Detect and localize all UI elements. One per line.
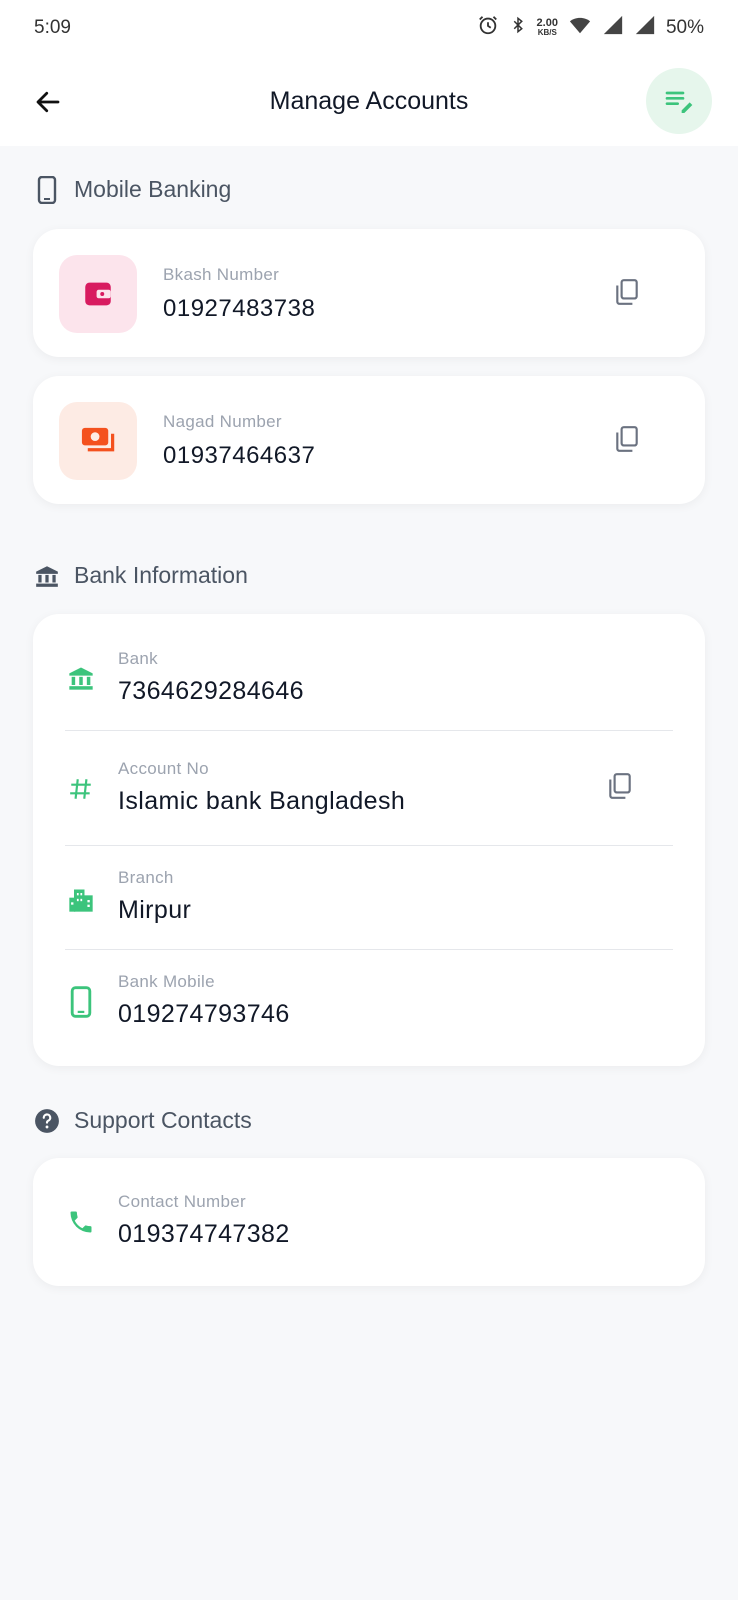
copy-bkash-button[interactable] [610,275,644,309]
bkash-card: Bkash Number 01927483738 [33,229,705,357]
copy-nagad-button[interactable] [610,422,644,456]
bank-mobile-row: Bank Mobile 019274793746 [33,950,705,1066]
contact-row[interactable]: Contact Number 019374747382 [33,1158,705,1286]
row-value: 7364629284646 [118,677,304,705]
arrow-left-icon [36,91,60,113]
bkash-badge [59,255,137,333]
payments-icon [81,427,115,452]
network-speed: 2.00 KB/S [536,17,558,38]
account-label: Nagad Number [163,412,282,431]
row-label: Bank [118,649,158,668]
call-icon [65,1206,97,1238]
phone-icon [65,986,97,1018]
section-bank-information: Bank Information [34,562,248,589]
section-title: Support Contacts [74,1107,252,1133]
battery-level: 50% [665,17,704,38]
copy-icon [609,773,631,799]
status-bar: 5:09 2.00 KB/S 50% [0,0,738,56]
copy-account-button[interactable] [603,769,637,803]
alarm-icon [477,14,499,42]
section-mobile-banking: Mobile Banking [34,175,232,204]
wifi-icon [568,14,592,42]
account-no-row: Account No Islamic bank Bangladesh [33,731,705,845]
row-label: Branch [118,868,174,887]
row-value: 019274793746 [118,1000,290,1028]
help-icon [34,1108,60,1134]
row-value: Mirpur [118,896,192,924]
row-value: Islamic bank Bangladesh [118,787,406,815]
nagad-card: Nagad Number 01937464637 [33,376,705,504]
bank-row: Bank 7364629284646 [33,614,705,730]
bluetooth-icon [509,14,527,42]
app-bar: Manage Accounts [0,56,738,146]
signal-icon-2 [634,14,656,42]
row-label: Bank Mobile [118,972,215,991]
status-time: 5:09 [34,17,71,38]
copy-icon [616,426,638,452]
account-value: 01937464637 [163,442,316,469]
hash-icon [65,773,97,805]
branch-row: Branch Mirpur [33,846,705,949]
status-icons: 2.00 KB/S 50% [477,14,704,42]
row-value: 019374747382 [118,1220,290,1248]
back-button[interactable] [28,82,68,122]
row-label: Account No [118,759,209,778]
nagad-badge [59,402,137,480]
bank-info-card: Bank 7364629284646 Account No Islamic ba… [33,614,705,1066]
row-label: Contact Number [118,1192,246,1211]
section-support-contacts: Support Contacts [34,1107,252,1134]
building-icon [65,884,97,916]
copy-icon [616,279,638,305]
edit-list-icon [665,91,693,113]
support-card: Contact Number 019374747382 [33,1158,705,1286]
bank-icon [65,662,97,694]
edit-button[interactable] [646,68,712,134]
account-value: 01927483738 [163,295,316,322]
bank-icon [34,563,60,589]
page-title: Manage Accounts [269,86,469,115]
smartphone-icon [34,175,60,204]
signal-icon [602,14,624,42]
account-label: Bkash Number [163,265,280,284]
section-title: Bank Information [74,562,248,588]
section-title: Mobile Banking [74,176,232,202]
wallet-icon [85,282,111,306]
